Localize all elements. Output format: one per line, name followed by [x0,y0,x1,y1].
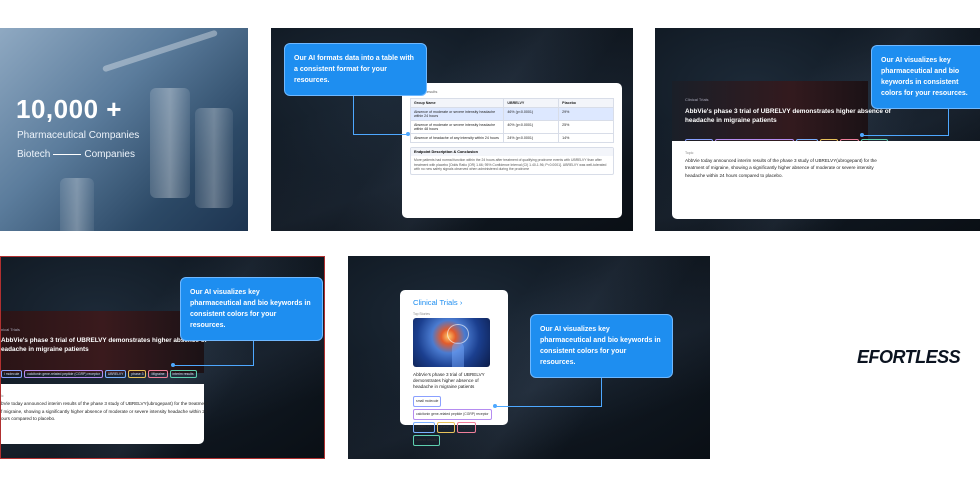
story-headline[interactable]: AbbVie's phase 3 trial of UBRELVY demons… [413,372,495,390]
callout-table: Our AI formats data into a table with a … [284,43,427,96]
keyword-tags: small molecule calcitonin gene-related p… [413,394,495,446]
headline: AbbVie's phase 3 trial of UBRELVY demons… [1,337,207,353]
showcase-grid: 10,000 + Pharmaceutical Companies Biotec… [0,0,980,488]
endpoint-box: Endpoint Description & Conclusion More p… [410,147,614,175]
callout-keywords-2: Our AI visualizes key pharmaceutical and… [180,277,323,341]
stats-companies: Companies [84,149,135,160]
table-row: Absence of moderate or severe intensity … [409,120,614,134]
table-row: Absence of moderate or severe intensity … [409,107,614,121]
news-header: Clinical Trials AbbVie's phase 3 trial o… [672,81,891,147]
endpoint-title: Endpoint Description & Conclusion [411,148,613,156]
table-row: Absence of headache of any intensity wit… [409,133,614,143]
news-body: ic bVie today announced interim results … [1,384,208,444]
logo-panel: EFORTLESS [733,256,980,459]
card-title[interactable]: Clinical Trials › [413,298,495,307]
callout-keywords-3: Our AI visualizes key pharmaceutical and… [530,314,673,378]
keywords-demo-panel-2: nical Trials AbbVie's phase 3 trial of U… [0,256,325,459]
news-body: Topic AbbVie today announced interim res… [672,141,980,219]
news-body-text: bVie today announced interim results of … [1,401,208,422]
table-demo-panel: Clinical Results Group Name UBRELVY Plac… [271,28,633,231]
chevron-right-icon: › [459,298,463,307]
top-stories-label: Top Stories [413,312,430,316]
topic-label: Topic [685,151,694,155]
results-table: Group Name UBRELVY Placebo Absence of mo… [409,98,614,143]
col-ubrelvy: UBRELVY [503,98,560,108]
brain-image [413,318,490,367]
news-body-text: AbbVie today announced interim results o… [685,158,877,178]
clinical-trials-card[interactable]: Clinical Trials › Top Stories AbbVie's p… [400,290,508,446]
section-label: Clinical Trials [685,97,709,102]
col-placebo: Placebo [558,98,614,108]
stats-biotech: Biotech [17,149,51,160]
card-demo-panel: Clinical Trials › Top Stories AbbVie's p… [348,256,710,459]
stats-panel: 10,000 + Pharmaceutical Companies Biotec… [0,28,248,231]
stats-line1: Pharmaceutical Companies [17,130,140,141]
connector-line [53,154,82,155]
keyword-tags: l molecule calcitonin gene-related peptid… [1,362,199,380]
endpoint-text: More patients had normal function within… [414,158,607,172]
clinical-results-card: Clinical Results Group Name UBRELVY Plac… [402,83,622,218]
keywords-demo-panel: Clinical Trials AbbVie's phase 3 trial o… [655,28,980,231]
headline: AbbVie's phase 3 trial of UBRELVY demons… [685,108,891,124]
col-group: Group Name [409,98,505,108]
callout-keywords: Our AI visualizes key pharmaceutical and… [871,45,980,109]
section-label: nical Trials [1,327,20,332]
stats-number: 10,000 + [16,94,122,124]
section-label: Clinical Results [410,89,438,94]
brand-logo: EFORTLESS [857,347,961,367]
